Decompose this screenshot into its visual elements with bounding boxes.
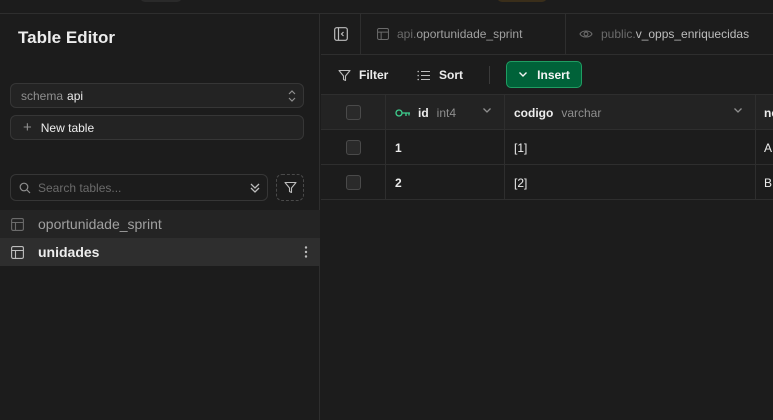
sidebar-title: Table Editor	[18, 28, 115, 47]
schema-select[interactable]: schema api	[10, 83, 304, 108]
cell-value: 2	[395, 175, 402, 190]
column-type: int4	[436, 105, 457, 120]
sidebar-table-label: oportunidade_sprint	[38, 216, 162, 232]
tab-oportunidade-sprint[interactable]: api. oportunidade_sprint	[362, 14, 566, 54]
tab-v-opps-enriquecidas[interactable]: public. v_opps_enriquecidas	[566, 14, 773, 54]
column-name: codigo	[514, 105, 554, 120]
list-icon	[417, 70, 430, 80]
top-bar-pill-left	[140, 0, 182, 2]
table-row: 2 [2] B	[321, 165, 773, 200]
eye-icon	[579, 30, 593, 38]
chevrons-down-icon[interactable]	[249, 181, 261, 195]
tab-bar: api. oportunidade_sprint public. v_opps_…	[321, 14, 773, 55]
column-header-ne[interactable]: ne	[756, 95, 773, 130]
insert-label: Insert	[537, 67, 570, 82]
grid-header-row: id int4 codigo varchar ne	[321, 95, 773, 130]
cell-value: [1]	[514, 140, 528, 155]
chevron-down-icon[interactable]	[482, 107, 492, 114]
search-tables	[10, 174, 268, 201]
filter-label: Filter	[359, 68, 389, 82]
sidebar: Table Editor schema api + New table opor…	[0, 14, 320, 420]
search-icon	[19, 182, 31, 193]
select-all-cell	[321, 95, 386, 130]
sort-label: Sort	[439, 68, 463, 82]
chevron-down-icon[interactable]	[733, 107, 743, 114]
cell-ne[interactable]: A	[756, 130, 773, 165]
chevron-up-down-icon	[288, 90, 296, 102]
select-all-checkbox[interactable]	[345, 105, 361, 120]
row-checkbox[interactable]	[345, 140, 361, 155]
row-checkbox[interactable]	[345, 175, 361, 190]
chevron-down-icon	[519, 72, 528, 77]
column-name: id	[418, 105, 429, 120]
main-panel: api. oportunidade_sprint public. v_opps_…	[321, 14, 773, 420]
top-bar-pill-right	[497, 0, 547, 2]
top-bar	[0, 0, 773, 14]
collapse-sidebar-button[interactable]	[321, 14, 361, 54]
table-icon	[11, 245, 24, 259]
data-grid: id int4 codigo varchar ne 1 [1] A 2 [2] …	[321, 95, 773, 200]
cell-value: 1	[395, 140, 402, 155]
sidebar-table-unidades[interactable]: unidades	[0, 238, 320, 266]
toolbar-divider	[489, 66, 490, 84]
filter-icon	[283, 181, 297, 194]
tab-schema: api.	[397, 27, 417, 41]
cell-ne[interactable]: B	[756, 165, 773, 200]
cell-id[interactable]: 1	[386, 130, 505, 165]
filter-icon	[338, 69, 351, 81]
tab-schema: public.	[601, 27, 636, 41]
cell-id[interactable]: 2	[386, 165, 505, 200]
new-table-button[interactable]: + New table	[10, 115, 304, 140]
new-table-label: New table	[40, 120, 95, 135]
sidebar-table-label: unidades	[38, 244, 100, 260]
key-icon	[395, 108, 410, 117]
insert-button[interactable]: Insert	[506, 61, 582, 88]
sort-button[interactable]: Sort	[417, 65, 463, 85]
cell-value: B	[764, 175, 773, 190]
row-select-cell	[321, 165, 386, 200]
tab-name: oportunidade_sprint	[416, 27, 523, 41]
table-icon	[377, 28, 389, 40]
grid-toolbar: Filter Sort Insert	[321, 55, 773, 95]
tab-name: v_opps_enriquecidas	[635, 27, 750, 41]
column-header-codigo[interactable]: codigo varchar	[505, 95, 756, 130]
filter-tables-button[interactable]	[276, 174, 304, 201]
column-name: ne	[764, 105, 773, 120]
table-row: 1 [1] A	[321, 130, 773, 165]
column-header-id[interactable]: id int4	[386, 95, 505, 130]
plus-icon: +	[23, 119, 32, 136]
sidebar-collapse-icon	[333, 27, 348, 41]
cell-value: [2]	[514, 175, 528, 190]
cell-value: A	[764, 140, 773, 155]
cell-codigo[interactable]: [1]	[505, 130, 756, 165]
schema-select-label: schema	[21, 88, 64, 103]
row-select-cell	[321, 130, 386, 165]
schema-select-value: api	[67, 88, 84, 103]
cell-codigo[interactable]: [2]	[505, 165, 756, 200]
column-type: varchar	[561, 105, 602, 120]
filter-button[interactable]: Filter	[338, 65, 388, 85]
search-tables-input[interactable]	[38, 180, 228, 195]
table-icon	[11, 217, 24, 231]
sidebar-table-oportunidade-sprint[interactable]: oportunidade_sprint	[0, 210, 320, 238]
more-vertical-icon[interactable]	[304, 245, 308, 259]
